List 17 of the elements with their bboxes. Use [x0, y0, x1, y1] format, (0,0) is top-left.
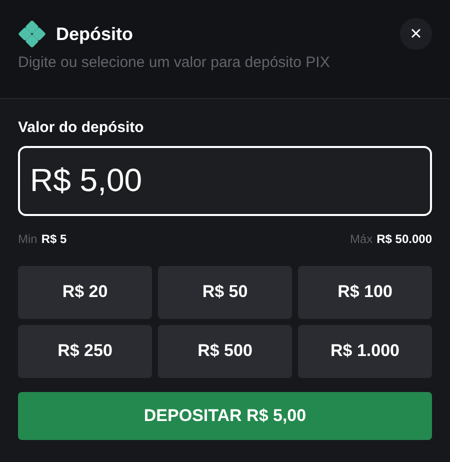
amount-option-button[interactable]: R$ 250: [18, 324, 152, 378]
deposit-button[interactable]: DEPOSITAR R$ 5,00: [18, 392, 432, 440]
amount-option-button[interactable]: R$ 1.000: [298, 324, 432, 378]
amount-option-button[interactable]: R$ 20: [18, 266, 152, 318]
close-button[interactable]: ×: [400, 18, 432, 50]
amount-option-button[interactable]: R$ 500: [158, 324, 292, 378]
diamond-logo-icon: [18, 20, 46, 48]
limit-label: Máx: [350, 230, 373, 248]
limit-value: R$ 50.000: [376, 230, 432, 248]
limit-label: Min: [18, 230, 38, 248]
dialog-subtitle: Digite ou selecione um valor para depósito PIX: [18, 53, 331, 73]
amount-option-button[interactable]: R$ 50: [158, 266, 292, 318]
limit-value: R$ 5: [41, 230, 67, 248]
field-label: Valor do depósito: [18, 118, 145, 138]
amount-input[interactable]: R$ 5,00: [18, 146, 432, 216]
dialog-title: Depósito: [56, 22, 134, 46]
amount-option-button[interactable]: R$ 100: [298, 266, 432, 318]
